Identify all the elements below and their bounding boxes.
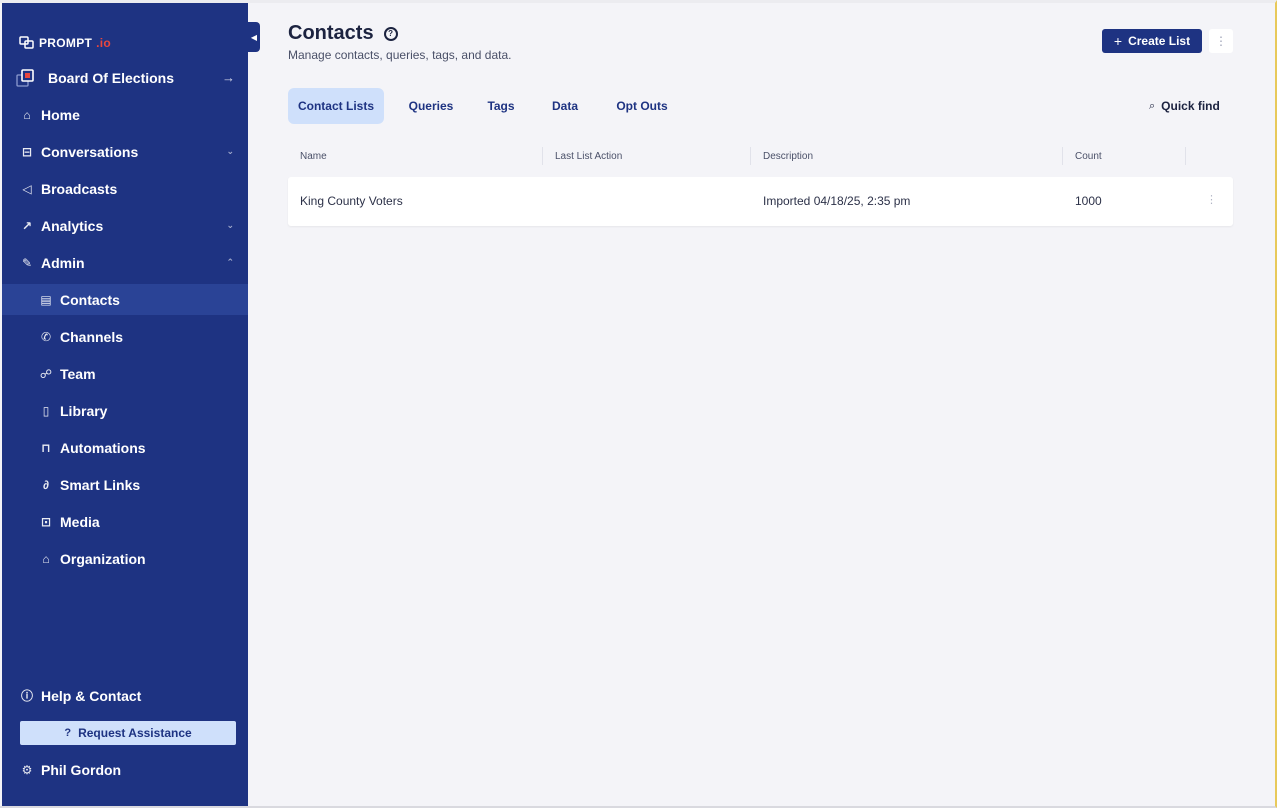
sidebar: PROMPT .io Board Of Elections → ⌂ Home ⊟ … [2,3,248,806]
user-menu[interactable]: ⚙ Phil Gordon [2,754,248,785]
help-label: Help & Contact [41,687,142,704]
column-header-name[interactable]: Name [300,148,327,164]
bank-icon: ⌂ [42,551,50,566]
sidebar-item-label: Conversations [41,143,139,160]
sidebar-item-label: Media [60,513,100,530]
tab-contact-lists[interactable]: Contact Lists [288,88,384,124]
book-icon: ▯ [42,403,50,418]
link-icon: ∂ [43,477,49,492]
cell-count: 1000 [1075,194,1102,208]
column-header-description[interactable]: Description [763,148,813,164]
contacts-icon: ▤ [40,292,52,307]
sidebar-item-analytics[interactable]: ↗ Analytics ⌄ [2,210,248,241]
trend-icon: ↗ [21,218,33,233]
help-contact-link[interactable]: ⓘ Help & Contact [2,680,248,711]
question-icon: ? [64,727,72,739]
sidebar-item-label: Automations [60,439,146,456]
quick-find-label: Quick find [1161,99,1220,113]
column-header-count[interactable]: Count [1075,148,1102,164]
chevron-down-icon: ⌄ [226,220,234,230]
sidebar-item-conversations[interactable]: ⊟ Conversations ⌄ [2,136,248,167]
kebab-icon: ⋮ [1215,34,1227,48]
sidebar-item-library[interactable]: ▯ Library [2,395,248,426]
phone-icon: ✆ [40,329,52,344]
sidebar-item-organization[interactable]: ⌂ Organization [2,543,248,574]
quick-find-button[interactable]: ⌕ Quick find [1149,97,1220,115]
sidebar-item-team[interactable]: ☍ Team [2,358,248,389]
tab-queries[interactable]: Queries [400,88,462,124]
tab-data[interactable]: Data [540,88,590,124]
page-title-text: Contacts [288,22,374,44]
caret-left-icon: ◀ [250,32,258,42]
arrow-right-icon: → [222,70,235,85]
tab-tags[interactable]: Tags [478,88,524,124]
sidebar-item-label: Library [60,402,108,419]
column-header-last-list-action[interactable]: Last List Action [555,148,622,164]
sidebar-item-broadcasts[interactable]: ◁ Broadcasts [2,173,248,204]
row-more-icon[interactable]: ⋮ [1206,193,1217,206]
org-name: Board Of Elections [48,69,175,86]
page-subtitle: Manage contacts, queries, tags, and data… [288,48,512,62]
user-name: Phil Gordon [41,761,122,778]
sidebar-item-label: Home [41,106,80,123]
wrench-icon: ✎ [21,255,33,270]
sidebar-item-media[interactable]: ⊡ Media [2,506,248,537]
logo-text: PROMPT [39,36,93,50]
sidebar-item-label: Smart Links [60,476,141,493]
request-assistance-button[interactable]: ? Request Assistance [20,721,236,745]
create-list-label: Create List [1128,34,1191,48]
sidebar-item-admin[interactable]: ✎ Admin ⌃ [2,247,248,278]
search-icon: ⌕ [1149,99,1156,112]
column-divider [1062,147,1063,165]
team-icon: ☍ [39,366,53,381]
sidebar-item-label: Organization [60,550,146,567]
logo-icon [19,36,34,49]
automation-icon: ⊓ [41,440,51,455]
page-title: Contacts ? [288,22,398,45]
sidebar-item-label: Team [60,365,96,382]
sidebar-item-label: Channels [60,328,124,345]
tab-opt-outs[interactable]: Opt Outs [606,88,678,124]
column-divider [1185,147,1186,165]
sidebar-item-label: Broadcasts [41,180,118,197]
table-row[interactable]: King County Voters Imported 04/18/25, 2:… [288,177,1233,226]
create-list-button[interactable]: + Create List [1102,29,1202,53]
media-icon: ⊡ [40,514,52,529]
chevron-up-icon: ⌃ [226,257,234,267]
chevron-down-icon: ⌄ [226,146,234,156]
sidebar-item-label: Admin [41,254,85,271]
sidebar-item-home[interactable]: ⌂ Home [2,99,248,130]
more-options-button[interactable]: ⋮ [1209,29,1233,53]
logo-suffix: .io [96,36,112,50]
cell-name[interactable]: King County Voters [300,194,403,208]
gear-icon: ⚙ [21,762,33,777]
org-icon [16,68,38,88]
sidebar-item-label: Contacts [60,291,120,308]
column-divider [750,147,751,165]
org-switcher[interactable]: Board Of Elections → [2,62,248,93]
info-icon: ⓘ [20,689,33,703]
sidebar-item-smart-links[interactable]: ∂ Smart Links [2,469,248,500]
help-icon[interactable]: ? [383,26,398,41]
assist-label: Request Assistance [78,726,192,740]
logo[interactable]: PROMPT .io [19,33,111,53]
collapse-sidebar-button[interactable]: ◀ [248,22,260,52]
sidebar-item-contacts[interactable]: ▤ Contacts [2,284,248,315]
sidebar-item-label: Analytics [41,217,104,234]
sidebar-item-automations[interactable]: ⊓ Automations [2,432,248,463]
cell-description: Imported 04/18/25, 2:35 pm [763,194,911,208]
column-divider [542,147,543,165]
megaphone-icon: ◁ [22,181,32,196]
inbox-icon: ⊟ [21,144,33,159]
plus-icon: + [1113,33,1123,49]
sidebar-item-channels[interactable]: ✆ Channels [2,321,248,352]
home-icon: ⌂ [23,107,31,122]
